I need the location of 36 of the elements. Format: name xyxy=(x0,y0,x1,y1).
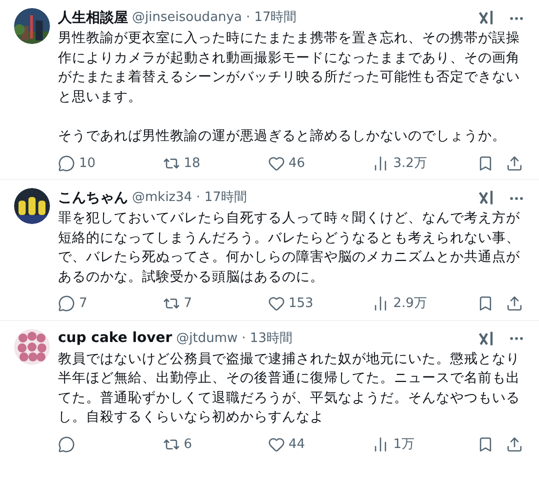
like-icon[interactable] xyxy=(268,154,284,172)
views-count: 3.2万 xyxy=(393,154,427,172)
views-count: 1万 xyxy=(393,436,415,454)
bookmark-icon[interactable] xyxy=(477,436,494,453)
post-time[interactable]: · 17時間 xyxy=(246,8,297,28)
post-text: 男性教諭が更衣室に入った時にたまたま携帯を置き忘れ、その携帯が誤操作によりカメラが起動され動画撮影モードになったままであり、その画角がたまたま着替えるシーンがバッチリ映る所だった可能性も否定できないと思います。 xyxy=(58,29,521,106)
like-count: 46 xyxy=(288,154,306,172)
author-name[interactable]: こんちゃん xyxy=(58,188,128,208)
share-icon[interactable] xyxy=(506,154,523,172)
repost-count: 6 xyxy=(184,436,192,454)
author-name[interactable]: 人生相談屋 xyxy=(58,8,128,28)
repost-count: 18 xyxy=(184,154,200,172)
like-count: 153 xyxy=(288,295,314,313)
share-icon[interactable] xyxy=(506,436,523,453)
reply-icon[interactable] xyxy=(58,295,75,312)
reply-icon[interactable] xyxy=(58,154,75,172)
post-text: そうであれば男性教諭の運が悪過ぎると諦めるしかないのでしょうか。 xyxy=(58,127,507,146)
post-time[interactable]: · 17時間 xyxy=(196,188,247,208)
post-text: 罪を犯しておいてバレたら自死する人って時々聞くけど、なんで考え方が短絡的になってしまうんだろう。バレたらどうなるとも考えられない事、で、バレたら死ぬってさ。何かしらの障害や脳のメカニズムとか共通点があるのかな。試験受かる頭脳はあるのに。 xyxy=(58,209,521,286)
reply-count: 7 xyxy=(79,295,88,313)
post-time[interactable]: · 13時間 xyxy=(242,328,292,348)
author-name[interactable]: cup cake lover xyxy=(58,328,172,349)
reply-icon[interactable] xyxy=(58,436,75,453)
like-count: 44 xyxy=(288,436,306,454)
like-icon[interactable] xyxy=(268,436,284,453)
share-icon[interactable] xyxy=(506,295,523,312)
author-handle[interactable]: @jtdumw xyxy=(176,328,238,348)
author-handle[interactable]: @mkiz34 xyxy=(132,188,192,208)
author-handle[interactable]: @jinseisoudanya xyxy=(132,8,242,28)
bookmark-icon[interactable] xyxy=(477,154,494,172)
post-text: 教員ではないけど公務員で盗撮で逮捕された奴が地元にいた。懲戒となり半年ほど無給、出勤停止、その後普通に復帰してた。ニュースで名前も出てた。普通恥ずかしくて退職だろうが、平気なようだ。そんなやつもいるし。自殺するくらいなら初めからすんなよ xyxy=(58,350,521,427)
like-icon[interactable] xyxy=(268,295,284,312)
views-count: 2.9万 xyxy=(393,295,427,313)
repost-count: 7 xyxy=(184,295,192,313)
bookmark-icon[interactable] xyxy=(477,295,494,312)
reply-count: 10 xyxy=(79,154,96,172)
